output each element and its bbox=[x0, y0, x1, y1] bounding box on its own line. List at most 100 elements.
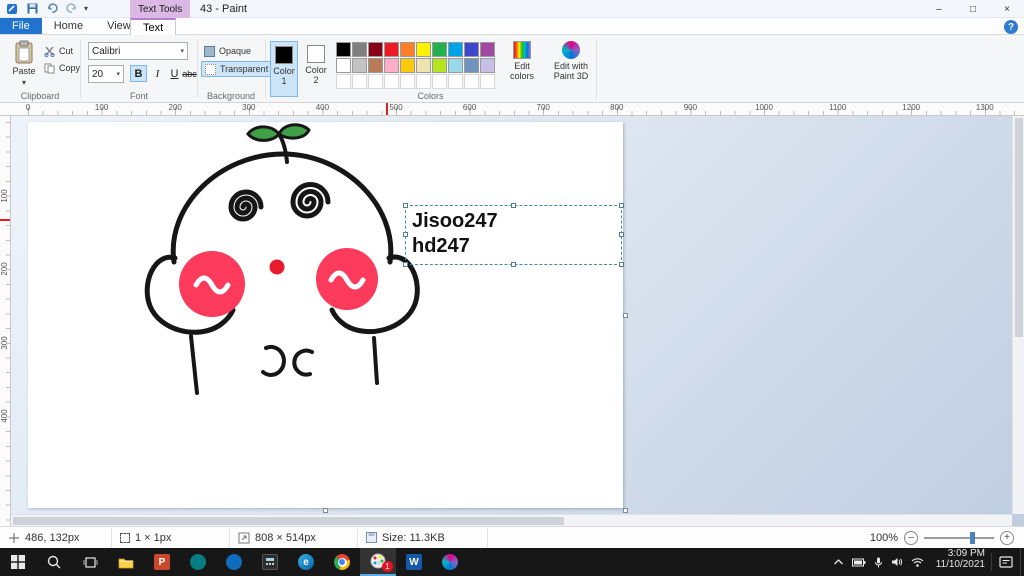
horizontal-scrollbar-thumb[interactable] bbox=[13, 517, 564, 525]
italic-button[interactable]: I bbox=[149, 65, 166, 82]
palette-swatch-empty[interactable] bbox=[368, 74, 383, 89]
zoom-out-button[interactable]: – bbox=[904, 530, 918, 545]
palette-swatch[interactable] bbox=[432, 42, 447, 57]
file-explorer-button[interactable] bbox=[108, 548, 144, 576]
maximize-button[interactable]: □ bbox=[956, 0, 990, 18]
selection-handle[interactable] bbox=[403, 232, 408, 237]
action-center-button[interactable] bbox=[992, 548, 1020, 576]
word-icon: W bbox=[406, 554, 422, 570]
selection-handle[interactable] bbox=[403, 262, 408, 267]
canvas-resize-handle-right[interactable] bbox=[623, 313, 628, 318]
vertical-scrollbar-thumb[interactable] bbox=[1015, 118, 1023, 337]
task-view-button[interactable] bbox=[72, 548, 108, 576]
tab-file[interactable]: File bbox=[0, 18, 42, 34]
undo-icon[interactable] bbox=[44, 2, 60, 16]
palette-swatch-empty[interactable] bbox=[432, 74, 447, 89]
palette-swatch-empty[interactable] bbox=[416, 74, 431, 89]
palette-swatch[interactable] bbox=[480, 58, 495, 73]
horizontal-scrollbar[interactable] bbox=[11, 514, 1012, 526]
edit-colors-button[interactable]: Edit colors bbox=[501, 41, 543, 81]
redo-icon[interactable] bbox=[64, 2, 80, 16]
palette-swatch-empty[interactable] bbox=[448, 74, 463, 89]
palette-swatch[interactable] bbox=[480, 42, 495, 57]
selection-handle[interactable] bbox=[619, 262, 624, 267]
palette-swatch[interactable] bbox=[448, 58, 463, 73]
help-icon[interactable]: ? bbox=[1004, 20, 1018, 34]
palette-swatch[interactable] bbox=[368, 58, 383, 73]
font-family-select[interactable]: Calibri ▾ bbox=[88, 42, 188, 60]
microphone-icon[interactable] bbox=[874, 557, 883, 568]
taskbar-search-button[interactable] bbox=[36, 548, 72, 576]
chrome-button[interactable] bbox=[324, 548, 360, 576]
taskbar-clock[interactable]: 3:09 PM 11/10/2021 bbox=[930, 548, 991, 576]
canvas-resize-handle-bottom[interactable] bbox=[323, 508, 328, 513]
palette-swatch[interactable] bbox=[368, 42, 383, 57]
color2-button[interactable]: Color 2 bbox=[302, 41, 330, 97]
palette-swatch[interactable] bbox=[384, 58, 399, 73]
palette-swatch-empty[interactable] bbox=[384, 74, 399, 89]
battery-icon[interactable] bbox=[851, 558, 866, 567]
palette-swatch[interactable] bbox=[400, 58, 415, 73]
palette-swatch-empty[interactable] bbox=[352, 74, 367, 89]
palette-swatch[interactable] bbox=[352, 42, 367, 57]
teal-app-button[interactable] bbox=[180, 548, 216, 576]
wifi-icon[interactable] bbox=[911, 557, 924, 567]
speaker-icon[interactable] bbox=[891, 557, 903, 567]
tab-text-active[interactable]: Text bbox=[130, 18, 177, 35]
zoom-slider[interactable] bbox=[924, 531, 994, 544]
palette-swatch[interactable] bbox=[384, 42, 399, 57]
color1-button[interactable]: Color 1 bbox=[270, 41, 298, 97]
powerpoint-button[interactable]: P bbox=[144, 548, 180, 576]
start-button[interactable] bbox=[0, 548, 36, 576]
zoom-slider-thumb[interactable] bbox=[969, 531, 975, 544]
paint-taskbar-button[interactable]: 1 bbox=[360, 548, 396, 576]
edit-paint3d-button[interactable]: Edit with Paint 3D bbox=[548, 41, 594, 81]
palette-swatch[interactable] bbox=[416, 42, 431, 57]
palette-swatch[interactable] bbox=[448, 42, 463, 57]
palette-swatch[interactable] bbox=[416, 58, 431, 73]
cut-button[interactable]: Cut bbox=[44, 44, 73, 58]
selection-handle[interactable] bbox=[403, 203, 408, 208]
palette-swatch[interactable] bbox=[336, 58, 351, 73]
edge-button[interactable]: e bbox=[288, 548, 324, 576]
workspace: Jisoo247 hd247 bbox=[0, 116, 1024, 526]
bold-button[interactable]: B bbox=[130, 65, 147, 82]
palette-swatch[interactable] bbox=[464, 42, 479, 57]
palette-swatch[interactable] bbox=[400, 42, 415, 57]
font-size-select[interactable]: 20 ▾ bbox=[88, 65, 124, 83]
selection-handle[interactable] bbox=[510, 262, 516, 267]
underline-button[interactable]: U bbox=[166, 65, 183, 82]
blue-app-button[interactable] bbox=[216, 548, 252, 576]
palette-swatch-empty[interactable] bbox=[400, 74, 415, 89]
save-icon[interactable] bbox=[24, 2, 40, 16]
qat-dropdown-icon[interactable]: ▾ bbox=[84, 4, 88, 13]
transparent-option[interactable]: Transparent bbox=[201, 61, 273, 77]
tab-home[interactable]: Home bbox=[42, 18, 95, 34]
vertical-scrollbar[interactable] bbox=[1012, 116, 1024, 514]
selection-handle[interactable] bbox=[619, 232, 624, 237]
strikethrough-button[interactable]: abc bbox=[182, 65, 197, 82]
palette-swatch[interactable] bbox=[352, 58, 367, 73]
text-tool-box[interactable]: Jisoo247 hd247 bbox=[403, 203, 624, 267]
selection-handle[interactable] bbox=[510, 203, 516, 208]
copy-button[interactable]: Copy bbox=[44, 61, 80, 75]
palette-swatch-empty[interactable] bbox=[336, 74, 351, 89]
calculator-button[interactable] bbox=[252, 548, 288, 576]
paste-button[interactable]: Paste ▾ bbox=[6, 40, 42, 87]
paint3d-button[interactable] bbox=[432, 548, 468, 576]
canvas-resize-handle-corner[interactable] bbox=[623, 508, 628, 513]
palette-swatch[interactable] bbox=[464, 58, 479, 73]
palette-swatch-empty[interactable] bbox=[464, 74, 479, 89]
close-button[interactable]: × bbox=[990, 0, 1024, 18]
show-desktop-strip[interactable] bbox=[1020, 548, 1024, 576]
chevron-up-icon[interactable] bbox=[833, 558, 844, 566]
drawing-canvas[interactable]: Jisoo247 hd247 bbox=[28, 122, 624, 508]
zoom-in-button[interactable]: + bbox=[1000, 530, 1014, 545]
opaque-option[interactable]: Opaque bbox=[201, 43, 254, 59]
palette-swatch[interactable] bbox=[432, 58, 447, 73]
palette-swatch[interactable] bbox=[336, 42, 351, 57]
selection-handle[interactable] bbox=[619, 203, 624, 208]
minimize-button[interactable]: – bbox=[922, 0, 956, 18]
palette-swatch-empty[interactable] bbox=[480, 74, 495, 89]
word-button[interactable]: W bbox=[396, 548, 432, 576]
